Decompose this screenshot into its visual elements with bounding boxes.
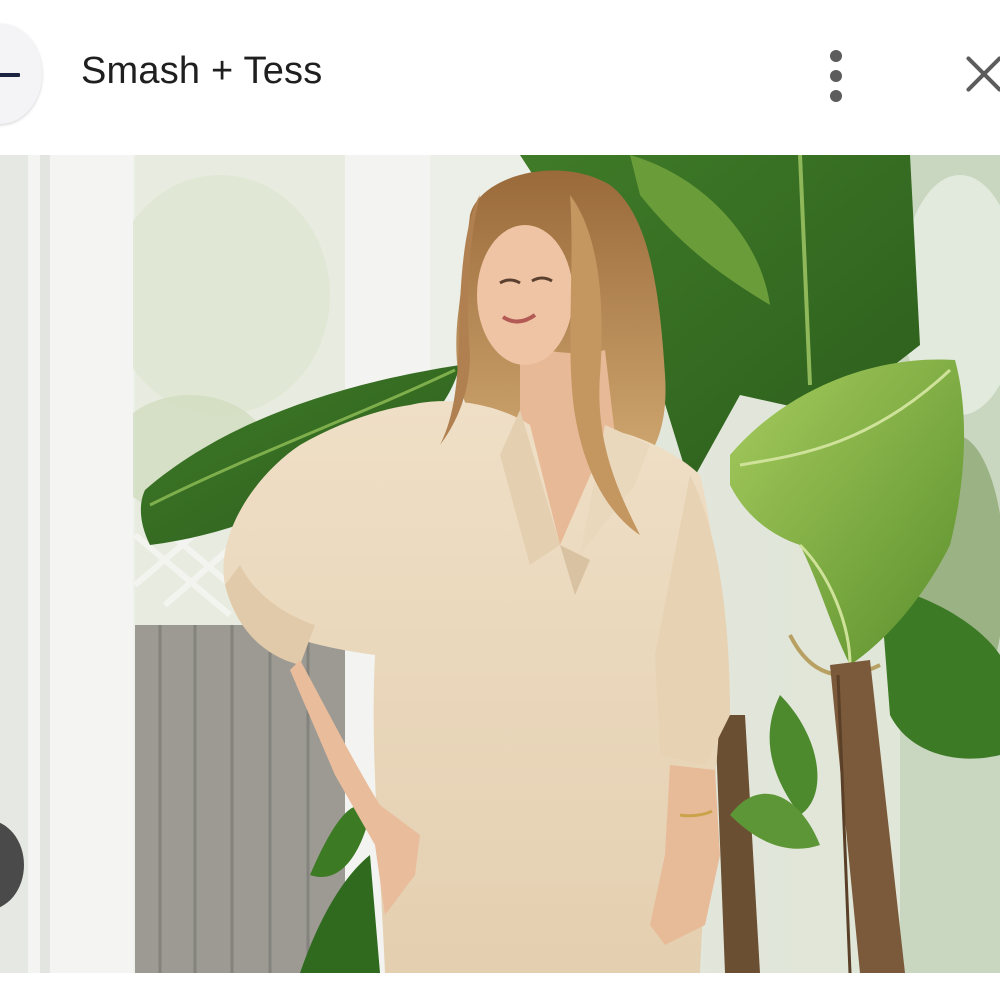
more-vert-dot bbox=[830, 90, 842, 102]
bottom-strip bbox=[0, 973, 1000, 1000]
product-photo[interactable] bbox=[0, 155, 1000, 973]
page-title: Smash + Tess bbox=[81, 50, 323, 92]
more-options-button[interactable] bbox=[818, 46, 854, 106]
more-vert-icon bbox=[830, 50, 842, 62]
minus-icon bbox=[0, 73, 20, 77]
close-button[interactable] bbox=[958, 50, 1000, 100]
wooden-fence bbox=[135, 625, 350, 973]
back-button[interactable] bbox=[0, 24, 42, 124]
more-vert-dot bbox=[830, 70, 842, 82]
model-face bbox=[477, 225, 573, 365]
top-app-bar: Smash + Tess bbox=[0, 0, 1000, 155]
